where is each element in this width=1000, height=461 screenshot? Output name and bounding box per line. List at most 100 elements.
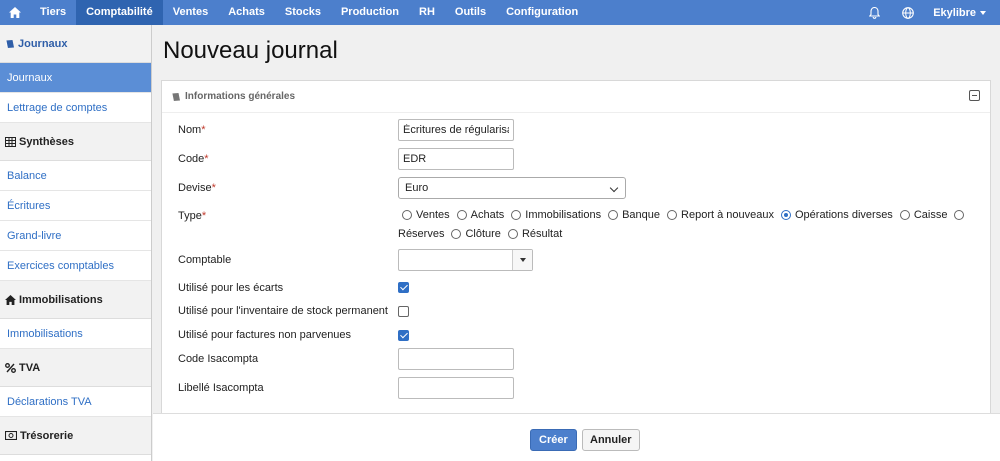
language-button[interactable] bbox=[891, 0, 925, 25]
type-option-operations-diverses[interactable]: Opérations diverses bbox=[780, 209, 893, 221]
radio-button[interactable] bbox=[608, 209, 619, 220]
topbar-right: Ekylibre bbox=[857, 0, 1000, 25]
sidebar-section-title: Immobilisations bbox=[19, 293, 103, 306]
sidebar-section-journaux: Journaux bbox=[0, 25, 151, 63]
factures-label: Utilisé pour factures non parvenues bbox=[178, 329, 352, 341]
sidebar-item-lettrage-de-comptes[interactable]: Lettrage de comptes bbox=[0, 93, 151, 123]
sidebar-item-immobilisations[interactable]: Immobilisations bbox=[0, 319, 151, 349]
nav-item-comptabilite[interactable]: Comptabilité bbox=[76, 0, 163, 25]
radio-label: Ventes bbox=[416, 208, 450, 221]
sidebar-section-syntheses: Synthèses bbox=[0, 123, 151, 161]
radio-label: Achats bbox=[470, 208, 505, 221]
type-option-ventes[interactable]: Ventes bbox=[402, 209, 450, 221]
comptable-combobox[interactable] bbox=[398, 249, 533, 271]
form-actions: Créer Annuler bbox=[153, 413, 1000, 461]
sidebar-section-immobilisations: Immobilisations bbox=[0, 281, 151, 319]
collapse-panel-button[interactable] bbox=[969, 90, 980, 101]
radio-button[interactable] bbox=[511, 209, 522, 220]
cancel-button[interactable]: Annuler bbox=[582, 429, 640, 451]
radio-button[interactable] bbox=[667, 209, 678, 220]
type-option-banque[interactable]: Banque bbox=[608, 209, 660, 221]
comptable-label: Comptable bbox=[178, 254, 232, 266]
book-icon bbox=[171, 92, 180, 101]
type-option-cloture[interactable]: Clôture bbox=[451, 227, 501, 240]
panel-title: Informations générales bbox=[185, 91, 296, 102]
type-option-caisse[interactable]: Caisse bbox=[899, 209, 947, 221]
sidebar-section-tva: TVA bbox=[0, 349, 151, 387]
radio-button[interactable] bbox=[451, 228, 462, 239]
user-menu[interactable]: Ekylibre bbox=[925, 7, 1000, 19]
top-navigation-bar: Tiers Comptabilité Ventes Achats Stocks Produ… bbox=[0, 0, 1000, 25]
sidebar-section-title: Synthèses bbox=[19, 135, 75, 148]
radio-label: Clôture bbox=[465, 227, 501, 240]
book-icon bbox=[5, 39, 15, 49]
notifications-button[interactable] bbox=[857, 0, 891, 25]
page-title: Nouveau journal bbox=[163, 37, 338, 64]
radio-button[interactable] bbox=[899, 209, 910, 220]
radio-label: Résultat bbox=[521, 227, 563, 240]
isacompta-libelle-input[interactable] bbox=[398, 377, 514, 399]
type-option-reserves[interactable]: Réserves bbox=[398, 228, 444, 240]
devise-selected-value: Euro bbox=[405, 182, 429, 194]
ecarts-checkbox[interactable] bbox=[398, 282, 409, 293]
radio-button[interactable] bbox=[456, 209, 467, 220]
nav-menu: Tiers Comptabilité Ventes Achats Stocks Produ… bbox=[30, 0, 588, 25]
sidebar-item-declarations-tva[interactable]: Déclarations TVA bbox=[0, 387, 151, 417]
type-option-report-a-nouveaux[interactable]: Report à nouveaux bbox=[667, 209, 774, 221]
percent-icon bbox=[5, 362, 16, 373]
radio-button[interactable] bbox=[780, 209, 791, 220]
sidebar-item-ecritures[interactable]: Écritures bbox=[0, 191, 151, 221]
nav-item-tiers[interactable]: Tiers bbox=[30, 0, 76, 25]
sidebar-item-grand-livre[interactable]: Grand-livre bbox=[0, 221, 151, 251]
nav-item-achats[interactable]: Achats bbox=[218, 0, 275, 25]
isacompta-code-input[interactable] bbox=[398, 348, 514, 370]
isacompta-code-label: Code Isacompta bbox=[178, 353, 259, 365]
sidebar-section-title: Journaux bbox=[18, 37, 68, 50]
sidebar-item-journaux[interactable]: Journaux bbox=[0, 63, 151, 93]
type-radio-group: Ventes Achats Immobilisations Banque Report … bbox=[398, 205, 982, 243]
general-info-panel: Informations générales Nom* Code* Devise… bbox=[161, 80, 991, 433]
inventaire-checkbox[interactable] bbox=[398, 306, 409, 317]
nav-item-rh[interactable]: RH bbox=[409, 0, 445, 25]
radio-label: Immobilisations bbox=[525, 208, 602, 221]
comptable-dropdown-button[interactable] bbox=[512, 250, 532, 270]
inventaire-label: Utilisé pour l'inventaire de stock perma… bbox=[178, 305, 388, 317]
type-label: Type* bbox=[178, 210, 207, 222]
triangle-down-icon bbox=[519, 258, 526, 262]
user-name: Ekylibre bbox=[933, 6, 976, 19]
sidebar-item-balance[interactable]: Balance bbox=[0, 161, 151, 191]
nom-label: Nom* bbox=[178, 124, 206, 136]
main-content: Nouveau journal Informations générales N… bbox=[153, 25, 1000, 461]
nav-item-outils[interactable]: Outils bbox=[445, 0, 496, 25]
nav-item-production[interactable]: Production bbox=[331, 0, 409, 25]
sidebar-item-exercices-comptables[interactable]: Exercices comptables bbox=[0, 251, 151, 281]
nom-input[interactable] bbox=[398, 119, 514, 141]
type-option-achats[interactable]: Achats bbox=[456, 208, 505, 221]
radio-button[interactable] bbox=[954, 209, 965, 220]
sidebar: Journaux Journaux Lettrage de comptes Synth… bbox=[0, 25, 152, 461]
radio-label: Banque bbox=[622, 208, 661, 221]
home-button[interactable] bbox=[0, 0, 30, 25]
nav-item-configuration[interactable]: Configuration bbox=[496, 0, 588, 25]
factures-checkbox[interactable] bbox=[398, 330, 409, 341]
panel-header: Informations générales bbox=[162, 81, 990, 113]
chevron-down-icon bbox=[609, 183, 619, 193]
sidebar-section-tresorerie: Trésorerie bbox=[0, 417, 151, 455]
sidebar-section-title: TVA bbox=[19, 361, 41, 374]
type-option-immobilisations[interactable]: Immobilisations bbox=[511, 209, 601, 221]
house-icon bbox=[5, 294, 16, 305]
type-option-unlabeled[interactable] bbox=[954, 209, 965, 220]
code-label: Code* bbox=[178, 153, 209, 165]
globe-icon bbox=[902, 6, 915, 19]
radio-button[interactable] bbox=[402, 209, 412, 220]
nav-item-stocks[interactable]: Stocks bbox=[275, 0, 331, 25]
isacompta-libelle-label: Libellé Isacompta bbox=[178, 382, 264, 394]
radio-label: Report à nouveaux bbox=[681, 208, 774, 221]
type-option-resultat[interactable]: Résultat bbox=[507, 227, 563, 240]
radio-button[interactable] bbox=[507, 228, 518, 239]
code-input[interactable] bbox=[398, 148, 514, 170]
nav-item-ventes[interactable]: Ventes bbox=[163, 0, 218, 25]
create-button[interactable]: Créer bbox=[530, 429, 577, 451]
devise-label: Devise* bbox=[178, 182, 216, 194]
devise-select[interactable]: Euro bbox=[398, 177, 626, 199]
